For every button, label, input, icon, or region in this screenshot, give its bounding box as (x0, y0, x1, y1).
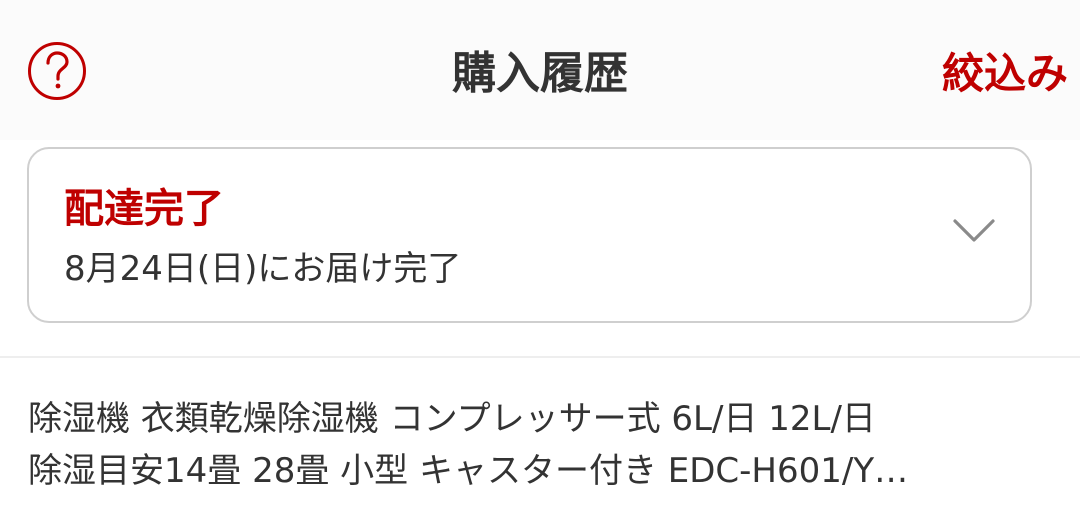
delivery-status-detail: 8月24日(日)にお届け完了 (64, 249, 462, 289)
filter-button[interactable]: 絞込み (942, 44, 1068, 104)
product-name-link[interactable]: 除湿機 衣類乾燥除湿機 コンプレッサー式 6L/日 12L/日 除湿目安14畳 … (28, 393, 1038, 497)
purchase-history-page: 購入履歴 絞込み 配達完了 8月24日(日)にお届け完了 除湿機 衣類乾燥除湿機… (0, 0, 1080, 523)
page-title: 購入履歴 (452, 48, 628, 99)
header-bar: 購入履歴 絞込み (0, 0, 1080, 140)
delivery-status-title: 配達完了 (64, 186, 224, 232)
section-divider (0, 356, 1080, 358)
delivery-status-card[interactable]: 配達完了 8月24日(日)にお届け完了 (27, 147, 1032, 323)
chevron-down-icon[interactable] (952, 217, 996, 245)
product-name-line-1: 除湿機 衣類乾燥除湿機 コンプレッサー式 6L/日 12L/日 (28, 399, 876, 439)
product-name-line-2: 除湿目安14畳 28畳 小型 キャスター付き EDC-H601/Y… (28, 451, 909, 491)
